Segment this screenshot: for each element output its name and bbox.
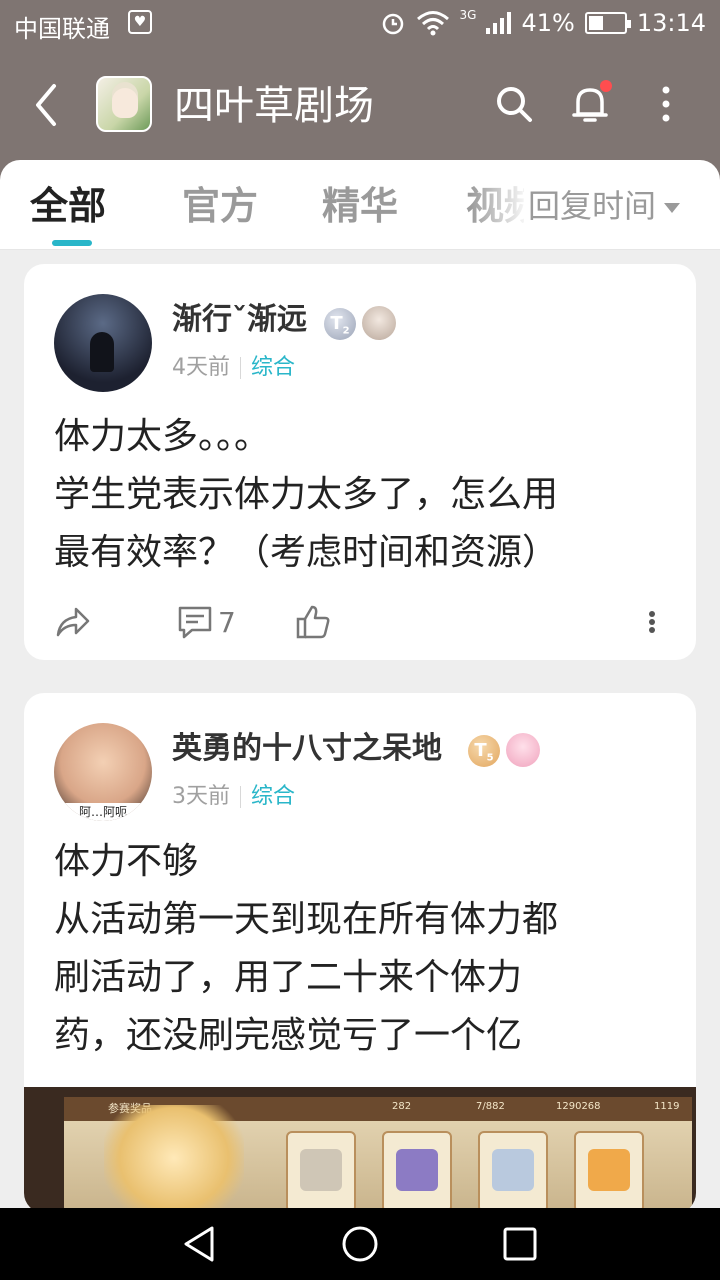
post-actions: 7 [54,600,666,644]
status-bar: 中国联通 ♥ 3G 41% 13:14 [0,0,720,48]
battery-percent: 41% [521,9,575,37]
post-text-line: 刷活动了，用了二十来个体力 [54,957,523,998]
post-author[interactable]: 渐行ˇ渐远 [172,300,307,340]
notification-dot [600,80,612,92]
post-text-line: 从活动第一天到现在所有体力都 [54,899,559,940]
level-letter: T [474,740,487,761]
notification-button[interactable] [570,80,612,126]
level-number: 2 [342,325,350,337]
home-nav-icon[interactable] [340,1224,380,1264]
avatar[interactable] [54,294,152,392]
post-meta: 3天前 综合 [172,781,295,813]
post-image[interactable]: 参赛奖品 282 7/882 1290268 1119 [24,1087,696,1213]
back-nav-icon[interactable] [180,1224,220,1264]
level-letter: T [330,313,343,334]
post-text-line: 药，还没刷完感觉亏了一个亿 [54,1015,523,1056]
reward-item [286,1131,356,1213]
reward-icon [396,1149,438,1191]
reward-icon [300,1149,342,1191]
level-badge: T5 [468,735,500,767]
post-title: 体力不够 [54,841,199,882]
wifi-icon [416,11,449,36]
honor-badge-icon [506,733,540,767]
comment-icon [178,606,212,639]
chevron-down-icon [664,203,681,213]
resource-value: 1119 [654,1101,680,1112]
honor-badge-icon [362,306,396,340]
comment-count: 7 [218,605,236,639]
resource-value: 1290268 [556,1101,601,1112]
back-icon[interactable] [28,80,64,130]
carrier-name: 中国联通 [14,15,110,43]
post-text-line: 最有效率？（考虑时间和资源） [54,532,559,573]
clock: 13:14 [636,9,706,37]
tab-bar: 全部 官方 精华 视频 回复时间 [0,160,720,250]
post-time: 4天前 [172,355,230,380]
forum-title: 四叶草剧场 [174,83,374,129]
reward-item [478,1131,548,1213]
character-art [104,1105,244,1213]
app-bar: 四叶草剧场 [0,56,720,156]
recents-nav-icon[interactable] [500,1224,540,1264]
alarm-icon [382,13,403,35]
post-author[interactable]: 英勇的十八寸之呆地 [172,729,442,769]
tab-official[interactable]: 官方 [182,182,258,230]
search-icon[interactable] [494,84,534,124]
reward-item [574,1131,644,1213]
active-tab-indicator [52,240,92,246]
post-card[interactable]: 渐行ˇ渐远 T2 4天前 综合 体力太多。。。 学生党表示体力太多了，怎么用 最有… [24,264,696,660]
sort-dropdown[interactable]: 回复时间 [524,182,681,230]
post-time: 3天前 [172,784,230,809]
post-meta: 4天前 综合 [172,352,295,384]
more-icon[interactable] [652,84,680,124]
system-nav-bar [0,1208,720,1280]
avatar[interactable]: 阿…阿呃 [54,723,152,821]
share-icon [56,607,90,637]
post-category[interactable]: 综合 [251,355,295,380]
resource-value: 7/882 [476,1101,505,1112]
post-card[interactable]: 阿…阿呃 英勇的十八寸之呆地 T5 3天前 综合 体力不够 从活动第一天到现在所有… [24,693,696,1213]
divider [240,357,241,379]
thumbs-up-icon [296,605,330,639]
comment-button[interactable]: 7 [176,600,236,644]
divider [240,786,241,808]
level-number: 5 [486,752,494,764]
post-category[interactable]: 综合 [251,784,295,809]
reward-item [382,1131,452,1213]
share-button[interactable] [54,600,92,644]
reward-icon [588,1149,630,1191]
tab-fade [470,160,530,248]
level-badge: T2 [324,308,356,340]
like-button[interactable] [294,600,332,644]
post-title: 体力太多。。。 [54,416,271,457]
battery-icon [584,12,631,34]
status-icons: 3G 41% 13:14 [380,8,706,37]
more-options-icon[interactable] [646,600,658,644]
post-content[interactable]: 体力太多。。。 学生党表示体力太多了，怎么用 最有效率？（考虑时间和资源） [54,408,674,582]
tab-featured[interactable]: 精华 [322,182,398,230]
game-screenshot: 参赛奖品 282 7/882 1290268 1119 [64,1097,692,1213]
forum-logo[interactable] [96,76,152,132]
sort-label: 回复时间 [528,187,657,225]
reward-icon [492,1149,534,1191]
post-content[interactable]: 体力不够 从活动第一天到现在所有体力都 刷活动了，用了二十来个体力 药，还没刷完… [54,833,674,1065]
network-type: 3G [459,8,477,22]
resource-value: 282 [392,1101,412,1112]
health-app-icon: ♥ [128,10,152,34]
post-text-line: 学生党表示体力太多了，怎么用 [54,474,559,515]
avatar-caption: 阿…阿呃 [54,803,152,821]
signal-icon [486,12,512,34]
tab-all[interactable]: 全部 [30,182,106,230]
